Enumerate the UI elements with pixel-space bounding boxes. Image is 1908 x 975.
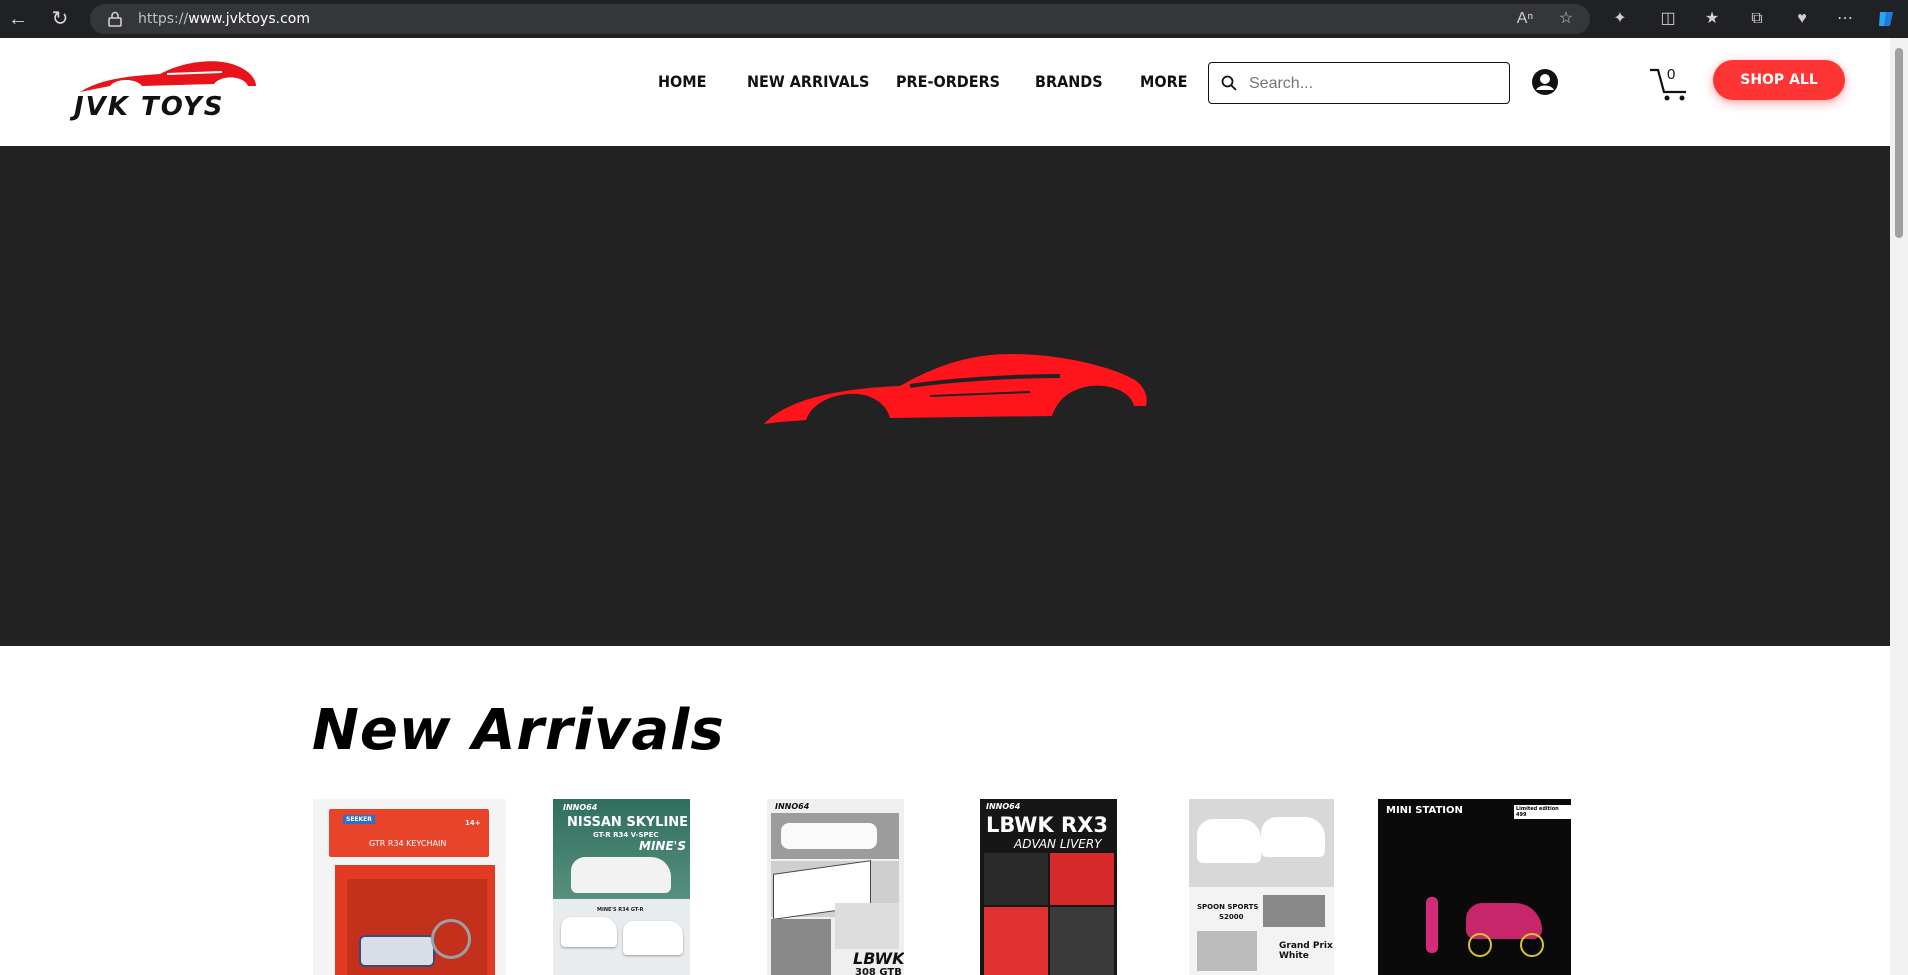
- product-model: S2000: [1219, 913, 1244, 921]
- figure: [1426, 897, 1438, 953]
- inno-logo: INNO64: [563, 803, 598, 812]
- photo-2: [1050, 853, 1114, 905]
- box-label: GTR R34 KEYCHAIN: [369, 839, 447, 848]
- back-arrow-icon[interactable]: ←: [6, 7, 30, 31]
- photo-4: [1050, 907, 1114, 975]
- url-text: https://www.jvktoys.com: [138, 11, 310, 27]
- nav-brands[interactable]: BRANDS: [1035, 72, 1103, 91]
- browser-essentials-icon[interactable]: ♥: [1792, 9, 1812, 29]
- search-input[interactable]: [1247, 71, 1501, 97]
- product-card-spoon-s2000[interactable]: SPOON SPORTS S2000 Grand Prix White: [1189, 799, 1334, 975]
- product-title: LBWK: [853, 949, 904, 968]
- product-title: SPOON SPORTS: [1197, 903, 1259, 911]
- refresh-icon[interactable]: ↻: [48, 7, 72, 31]
- inno-logo: INNO64: [986, 802, 1021, 811]
- favorites-icon[interactable]: ★: [1702, 9, 1722, 29]
- car-silhouette-icon: [764, 354, 1147, 424]
- product-card-lbwk-308[interactable]: INNO64 LBWK 308 GTB: [767, 799, 904, 975]
- wheel-front: [1468, 933, 1492, 957]
- wheel-rear: [1520, 933, 1544, 957]
- nav-home[interactable]: HOME: [658, 72, 706, 91]
- extensions-icon[interactable]: ✦: [1610, 9, 1630, 29]
- photo-detail: [1197, 931, 1257, 971]
- product-variant: MINE'S: [639, 839, 686, 853]
- scrollbar-thumb[interactable]: [1895, 48, 1903, 238]
- car-image: [571, 857, 671, 893]
- shop-all-button[interactable]: SHOP ALL: [1713, 60, 1845, 100]
- limited-edition-note: Limited edition 499: [1514, 805, 1571, 819]
- car-image-left: [1197, 819, 1261, 863]
- product-subtitle: GT-R R34 V-SPEC: [593, 831, 659, 839]
- product-color-name: White: [1279, 951, 1309, 961]
- lock-icon: [108, 11, 122, 27]
- product-color: Grand Prix: [1279, 941, 1333, 951]
- hero-banner: [0, 146, 1890, 646]
- split-screen-icon[interactable]: ◫: [1658, 9, 1678, 29]
- nav-pre-orders[interactable]: PRE-ORDERS: [896, 72, 1000, 91]
- new-arrivals-title: New Arrivals: [312, 698, 725, 763]
- collections-icon[interactable]: ⧉: [1747, 9, 1767, 29]
- brand-badge: SEEKER: [343, 815, 375, 824]
- page-scrollbar[interactable]: [1890, 38, 1908, 975]
- logo-text: JVK TOYS: [74, 92, 225, 122]
- car-image-rear: [623, 921, 683, 955]
- product-card-nissan-skyline[interactable]: INNO64 NISSAN SKYLINE GT-R R34 V-SPEC MI…: [553, 799, 690, 975]
- account-icon[interactable]: [1531, 68, 1559, 96]
- search-icon[interactable]: [1221, 75, 1237, 91]
- cart-count: 0: [1667, 66, 1676, 83]
- read-aloud-icon[interactable]: Aⁿ: [1515, 9, 1535, 29]
- nav-more[interactable]: MORE: [1140, 72, 1188, 91]
- key-ring: [431, 919, 471, 959]
- site-logo[interactable]: JVK TOYS: [72, 54, 262, 126]
- brand-name: MINI STATION: [1386, 805, 1463, 816]
- product-card-mini-station[interactable]: MINI STATION Limited edition 499: [1378, 799, 1571, 975]
- more-menu-icon[interactable]: ⋯: [1835, 9, 1855, 29]
- address-bar[interactable]: https://www.jvktoys.com Aⁿ ☆: [90, 4, 1590, 34]
- photo-box: [1263, 895, 1325, 927]
- browser-toolbar: ← ↻ https://www.jvktoys.com Aⁿ ☆ ✦ ◫ ★ ⧉…: [0, 0, 1908, 38]
- product-title: NISSAN SKYLINE: [567, 815, 689, 830]
- product-caption: MINE'S R34 GT-R: [597, 907, 644, 913]
- age-label: 14+: [465, 819, 481, 827]
- url-scheme: https://: [138, 11, 189, 27]
- photo-1: [984, 853, 1048, 905]
- url-host: www.jvktoys.com: [188, 11, 310, 27]
- search-box: [1208, 62, 1510, 104]
- photo-3: [984, 907, 1048, 975]
- inno-logo: INNO64: [775, 802, 810, 811]
- car-image-front: [561, 917, 617, 947]
- favorite-star-icon[interactable]: ☆: [1556, 9, 1576, 29]
- copilot-icon[interactable]: [1876, 9, 1896, 29]
- car-image-right: [1261, 817, 1325, 857]
- photo-bottom-left: [771, 919, 831, 975]
- product-title: LBWK RX3: [986, 813, 1108, 837]
- car-image: [781, 823, 877, 849]
- product-subtitle: ADVAN LIVERY: [1014, 837, 1102, 851]
- product-subtitle: 308 GTB: [855, 967, 902, 975]
- product-card-lbwk-rx3[interactable]: INNO64 LBWK RX3 ADVAN LIVERY: [980, 799, 1117, 975]
- product-card-gtr-keychain[interactable]: SEEKER 14+ GTR R34 KEYCHAIN: [313, 799, 506, 975]
- photo-bottom-right: [835, 903, 899, 949]
- site-header: JVK TOYS HOME NEW ARRIVALS PRE-ORDERS BR…: [0, 38, 1890, 146]
- keychain-car: [359, 935, 435, 967]
- nav-new-arrivals[interactable]: NEW ARRIVALS: [747, 72, 869, 91]
